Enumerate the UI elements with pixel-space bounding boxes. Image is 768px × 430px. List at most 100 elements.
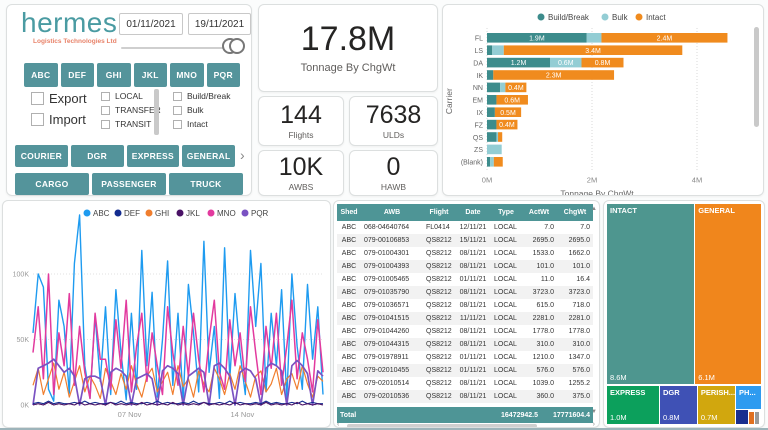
table-row[interactable]: ABC 079-02010514 QS8212 08/11/21 LOCAL 1039.0… xyxy=(337,377,593,390)
checkbox-icon[interactable] xyxy=(101,119,110,129)
checkbox-item-export[interactable]: Export xyxy=(31,91,87,106)
column-header-flight[interactable]: Flight xyxy=(423,204,455,221)
bar-segment[interactable] xyxy=(500,82,506,93)
column-header-awb[interactable]: AWB xyxy=(361,204,423,221)
legend-label[interactable]: ABC xyxy=(93,209,110,218)
column-header-chgwt[interactable]: ChgWt xyxy=(557,204,593,221)
checkbox-list-scrollbar[interactable] xyxy=(154,89,159,135)
legend-label[interactable]: JKL xyxy=(186,209,200,218)
table-scroll-right-icon[interactable]: › xyxy=(593,421,595,427)
checkbox-icon[interactable] xyxy=(173,119,182,129)
table-row[interactable]: ABC 079-01035790 QS8212 08/11/21 LOCAL 3723.0… xyxy=(337,286,593,299)
table-cell: ABC xyxy=(341,289,357,296)
table-row[interactable]: ABC 079-01978911 QS8212 01/11/21 LOCAL 1210.0… xyxy=(337,351,593,364)
treemap-cell-general[interactable]: GENERAL 6.1M xyxy=(695,204,761,385)
legend-label[interactable]: GHI xyxy=(155,209,169,218)
checkbox-item-intact[interactable]: Intact xyxy=(173,119,230,129)
line-series-DEF[interactable] xyxy=(32,400,323,405)
table-row[interactable]: ABC 079-01004301 QS8212 08/11/21 LOCAL 1533.0… xyxy=(337,247,593,260)
filter-button-courier[interactable]: COURIER xyxy=(15,145,68,167)
column-header-date[interactable]: Date xyxy=(455,204,491,221)
bar-segment[interactable] xyxy=(496,132,499,142)
filter-button-cargo[interactable]: CARGO xyxy=(15,173,89,195)
bar-segment[interactable] xyxy=(586,33,602,43)
table-row[interactable]: ABC 079-01004393 QS8212 08/11/21 LOCAL 101.0 1… xyxy=(337,260,593,273)
column-header-shed[interactable]: Shed xyxy=(337,204,361,221)
checkbox-icon[interactable] xyxy=(31,92,44,105)
checkbox-label: Build/Break xyxy=(187,91,231,101)
next-page-arrow-icon[interactable]: › xyxy=(240,147,245,163)
legend-label[interactable]: MNO xyxy=(217,209,236,218)
kpi-flights-value: 144 xyxy=(280,100,322,129)
bar-segment[interactable] xyxy=(487,82,501,93)
bar-chart-scrollbar[interactable] xyxy=(754,27,759,127)
table-row[interactable]: ABC 079-02010455 QS8212 01/11/21 LOCAL 576.0 5… xyxy=(337,364,593,377)
treemap-cell-intact[interactable]: INTACT 8.6M xyxy=(607,204,694,385)
table-row[interactable]: ABC 079-02010536 QS8212 08/11/21 LOCAL 360.0 3… xyxy=(337,390,593,403)
table-row[interactable]: ABC 079-01044260 QS8212 08/11/21 LOCAL 1778.0… xyxy=(337,325,593,338)
treemap-cell-dgr[interactable]: DGR 0.8M xyxy=(659,386,697,424)
bar-segment[interactable] xyxy=(487,144,502,155)
checkbox-icon[interactable] xyxy=(173,91,182,101)
column-header-type[interactable]: Type xyxy=(491,204,521,221)
table-row[interactable]: ABC 079-00106853 QS8212 15/11/21 LOCAL 2695.0… xyxy=(337,234,593,247)
filter-button-jkl[interactable]: JKL xyxy=(133,63,167,87)
date-from-input[interactable]: 01/11/2021 xyxy=(119,13,183,35)
filter-button-truck[interactable]: TRUCK xyxy=(169,173,243,195)
filter-button-passenger[interactable]: PASSENGER xyxy=(92,173,166,195)
date-range-slider-handle[interactable] xyxy=(222,38,246,55)
filter-button-def[interactable]: DEF xyxy=(60,63,94,87)
table-row[interactable]: ABC 079-01041515 QS8212 11/11/21 LOCAL 2281.0… xyxy=(337,312,593,325)
filter-button-express[interactable]: EXPRESS xyxy=(126,145,180,167)
table-row[interactable]: ABC 079-01044315 QS8212 08/11/21 LOCAL 310.0 3… xyxy=(337,338,593,351)
date-to-input[interactable]: 19/11/2021 xyxy=(188,13,251,35)
checkbox-item-transfer[interactable]: TRANSFER xyxy=(101,105,161,115)
legend-label[interactable]: PQR xyxy=(251,209,269,218)
bar-segment[interactable] xyxy=(487,70,494,80)
bar-segment[interactable] xyxy=(487,95,497,105)
table-scroll-up-icon[interactable]: ▲ xyxy=(591,206,597,212)
table-cell: 615.0 xyxy=(536,302,554,309)
checkbox-item-bulk[interactable]: Bulk xyxy=(173,105,230,115)
bar-segment[interactable] xyxy=(487,132,497,142)
table-row[interactable]: ABC 068-04640764 FL0414 12/11/21 LOCAL 7.0 7.0 xyxy=(337,221,593,234)
checkbox-icon[interactable] xyxy=(31,113,44,126)
treemap-cell-express[interactable]: EXPRESS 1.0M xyxy=(607,386,659,424)
checkbox-icon[interactable] xyxy=(101,105,110,115)
bar-segment[interactable] xyxy=(490,157,494,167)
filter-button-pqr[interactable]: PQR xyxy=(206,63,240,87)
checkbox-icon[interactable] xyxy=(101,91,110,101)
column-header-actwt[interactable]: ActWt xyxy=(521,204,557,221)
checkbox-item-build-break[interactable]: Build/Break xyxy=(173,91,230,101)
legend-label[interactable]: Build/Break xyxy=(548,13,590,22)
legend-label[interactable]: DEF xyxy=(124,209,140,218)
handling-checkbox-group: Build/Break Bulk Intact xyxy=(173,91,230,129)
filter-button-mno[interactable]: MNO xyxy=(170,63,204,87)
checkbox-item-import[interactable]: Import xyxy=(31,112,87,127)
filter-button-abc[interactable]: ABC xyxy=(24,63,58,87)
bar-segment[interactable] xyxy=(487,107,495,117)
line-series-MNO[interactable] xyxy=(32,273,324,400)
filter-button-general[interactable]: GENERAL xyxy=(182,145,235,167)
bar-segment[interactable] xyxy=(487,157,491,167)
checkbox-item-local[interactable]: LOCAL xyxy=(101,91,161,101)
checkbox-item-transit[interactable]: TRANSIT xyxy=(101,119,161,129)
treemap-cell[interactable] xyxy=(749,412,754,424)
treemap-cell[interactable] xyxy=(754,412,759,424)
treemap-cell-perish[interactable]: PERISH... 0.7M xyxy=(697,386,735,424)
filter-button-dgr[interactable]: DGR xyxy=(70,145,124,167)
bar-segment[interactable] xyxy=(487,119,497,130)
table-row[interactable]: ABC 079-01036571 QS8212 08/11/21 LOCAL 615.0 7… xyxy=(337,299,593,312)
checkbox-icon[interactable] xyxy=(173,105,182,115)
bar-segment[interactable] xyxy=(493,157,503,167)
bar-segment[interactable] xyxy=(487,45,493,55)
table-cell: 2281.0 xyxy=(568,315,590,322)
bar-segment[interactable] xyxy=(492,45,504,55)
legend-label[interactable]: Intact xyxy=(646,13,666,22)
filter-button-ghi[interactable]: GHI xyxy=(97,63,131,87)
table-row[interactable]: ABC 079-01005465 QS8212 01/11/21 LOCAL 11.0 16… xyxy=(337,273,593,286)
treemap-cell-ph[interactable]: PH... xyxy=(736,386,761,409)
legend-label[interactable]: Bulk xyxy=(612,13,629,22)
treemap-cell[interactable] xyxy=(736,410,749,424)
bar-segment[interactable] xyxy=(498,132,503,142)
